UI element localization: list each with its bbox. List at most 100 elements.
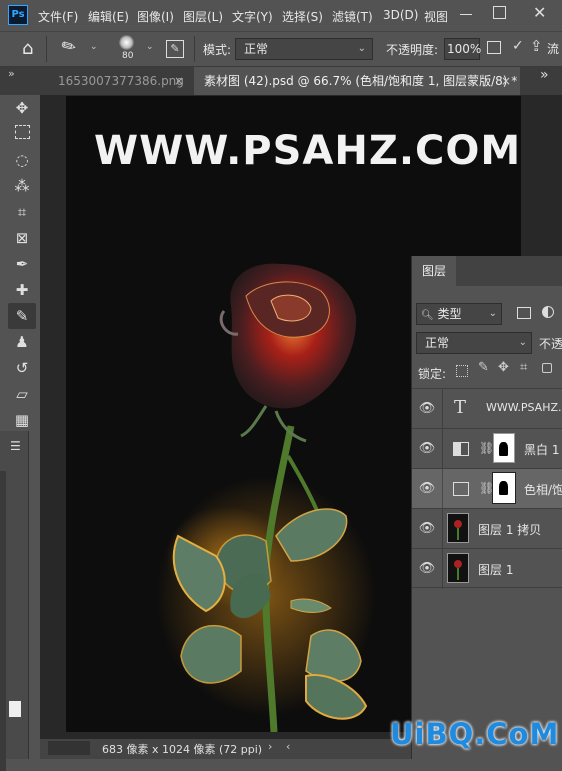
divider (442, 429, 443, 469)
lock-artboard-icon[interactable]: ⌗ (520, 360, 527, 375)
lock-pixels-icon[interactable]: ✎ (478, 360, 489, 375)
opacity-pressure-icon[interactable] (487, 41, 501, 54)
link-icon[interactable]: ⛓ (479, 441, 494, 455)
tabs-overflow-icon[interactable]: » (540, 67, 549, 83)
menu-select[interactable]: 选择(S) (282, 8, 323, 25)
layer-mask-thumbnail[interactable] (492, 472, 516, 504)
menu-file[interactable]: 文件(F) (38, 8, 78, 25)
document-size: 683 像素 x 1024 像素 (72 ppi) (102, 743, 263, 756)
eraser-tool-icon[interactable]: ▱ (8, 381, 36, 407)
window-controls: ✕ (455, 0, 562, 31)
brush-tool-icon[interactable]: ✎ (8, 303, 36, 329)
share-icon[interactable]: ⇪ (530, 37, 543, 55)
layer-row[interactable]: 👁︎ 图层 1 (412, 548, 562, 589)
tab-layers[interactable]: 图层 (412, 256, 456, 286)
opacity-label: 不透明度: (386, 43, 439, 57)
mode-value: 正常 (244, 42, 269, 56)
chevron-down-icon: ⌄ (518, 337, 527, 348)
layer-row[interactable]: 👁︎ T WWW.PSAHZ.C (412, 388, 562, 429)
filter-image-icon[interactable] (517, 307, 531, 319)
lock-all-icon[interactable] (542, 363, 552, 373)
crop-tool-icon[interactable]: ⌗ (8, 199, 36, 225)
layer-row-selected[interactable]: 👁︎ ⛓ 色相/饱 (412, 468, 562, 509)
eye-icon[interactable]: 👁︎ (418, 560, 436, 578)
layer-opacity-label: 不透 (539, 337, 562, 351)
chevron-down-icon[interactable]: ⌄ (146, 42, 154, 52)
chevron-down-icon[interactable]: ⌄ (90, 42, 98, 52)
healing-brush-icon[interactable]: ✚ (8, 277, 36, 303)
layer-name: 图层 1 拷贝 (478, 523, 542, 537)
menu-edit[interactable]: 编辑(E) (88, 8, 129, 25)
filter-adjustment-icon[interactable] (542, 306, 554, 318)
menu-type[interactable]: 文字(Y) (232, 8, 273, 25)
menu-icon[interactable]: ☰ (10, 439, 21, 453)
layer-row[interactable]: 👁︎ 图层 1 拷贝 (412, 508, 562, 549)
menu-filter[interactable]: 滤镜(T) (332, 8, 373, 25)
foreground-color-swatch[interactable] (9, 701, 21, 717)
collapsed-panel-strip: ☰ (0, 431, 29, 771)
eye-icon[interactable]: 👁︎ (418, 440, 436, 458)
brush-settings-icon[interactable]: ✎ (166, 40, 184, 58)
document-tabs: » 1653007377386.png × 素材图 (42).psd @ 66.… (0, 67, 562, 95)
filter-value: 类型 (437, 307, 462, 321)
magic-wand-icon[interactable]: ⁂ (8, 173, 36, 199)
divider (442, 509, 443, 549)
search-icon: 🔍︎ (421, 310, 434, 321)
menu-view[interactable]: 视图 (424, 8, 448, 25)
close-icon[interactable]: × (501, 67, 511, 95)
eye-icon[interactable]: 👁︎ (418, 520, 436, 538)
eye-icon[interactable]: 👁︎ (418, 480, 436, 498)
layer-name: WWW.PSAHZ.C (486, 401, 562, 414)
layer-row[interactable]: 👁︎ ⛓ 黑白 1 (412, 428, 562, 469)
layers-panel-header: 图层 (412, 256, 562, 286)
divider (194, 36, 195, 62)
photoshop-logo: Ps (8, 5, 28, 25)
divider (46, 36, 47, 62)
tab-psd-active[interactable]: 素材图 (42).psd @ 66.7% (色相/饱和度 1, 图层蒙版/8) … (194, 67, 520, 95)
menu-3d[interactable]: 3D(D) (383, 8, 418, 22)
lock-transparent-icon[interactable] (456, 365, 468, 377)
gradient-tool-icon[interactable]: ▦ (8, 407, 36, 433)
marquee-tool-icon[interactable] (8, 121, 36, 147)
menu-bar: Ps 文件(F) 编辑(E) 图像(I) 图层(L) 文字(Y) 选择(S) 滤… (0, 0, 562, 31)
history-brush-icon[interactable]: ↺ (8, 355, 36, 381)
layer-thumbnail (447, 513, 469, 543)
divider (442, 549, 443, 589)
layer-filter-select[interactable]: 🔍︎ 类型 ⌄ (416, 303, 502, 325)
close-window-icon[interactable]: ✕ (533, 3, 546, 22)
eyedropper-icon[interactable]: ✒ (8, 251, 36, 277)
layer-name: 图层 1 (478, 563, 514, 577)
frame-tool-icon[interactable]: ⊠ (8, 225, 36, 251)
checkmark-icon[interactable]: ✓ (512, 38, 524, 54)
move-tool-icon[interactable]: ✥ (8, 95, 36, 121)
close-icon[interactable]: × (174, 67, 184, 95)
status-menu-arrow-icon[interactable]: › (268, 740, 272, 753)
layer-mask-thumbnail[interactable] (493, 433, 515, 463)
scroll-left-icon[interactable]: ‹ (286, 740, 290, 753)
brush-preset-icon[interactable] (119, 35, 134, 50)
blend-mode-select[interactable]: 正常 ⌄ (416, 332, 532, 354)
zoom-field[interactable] (48, 741, 90, 755)
blend-mode-value: 正常 (425, 336, 450, 350)
menu-image[interactable]: 图像(I) (137, 8, 174, 25)
minimize-icon[interactable] (460, 14, 472, 15)
link-icon[interactable]: ⛓ (479, 481, 494, 495)
site-watermark: UiBQ.CoM (390, 717, 560, 751)
layer-name: 黑白 1 (524, 443, 560, 457)
divider (442, 469, 443, 509)
tab-png[interactable]: 1653007377386.png × (48, 67, 194, 95)
opacity-input[interactable]: 100% (444, 38, 481, 60)
eye-icon[interactable]: 👁︎ (418, 400, 436, 418)
lasso-tool-icon[interactable]: ◌ (8, 147, 36, 173)
panel-edge (0, 471, 6, 771)
home-icon[interactable]: ⌂ (22, 38, 33, 59)
brush-tool-icon[interactable]: ✎ (58, 35, 80, 59)
mode-select[interactable]: 正常 ⌄ (235, 38, 373, 60)
menu-layer[interactable]: 图层(L) (183, 8, 223, 25)
chevron-down-icon: ⌄ (488, 308, 497, 319)
tools-panel: ✥ ◌ ⁂ ⌗ ⊠ ✒ ✚ ✎ ♟ ↺ ▱ ▦ ☰ (0, 95, 40, 771)
lock-position-icon[interactable]: ✥ (498, 360, 509, 375)
clone-stamp-icon[interactable]: ♟ (8, 329, 36, 355)
collapse-toolbar-icon[interactable]: » (8, 67, 15, 80)
maximize-icon[interactable] (493, 6, 506, 19)
